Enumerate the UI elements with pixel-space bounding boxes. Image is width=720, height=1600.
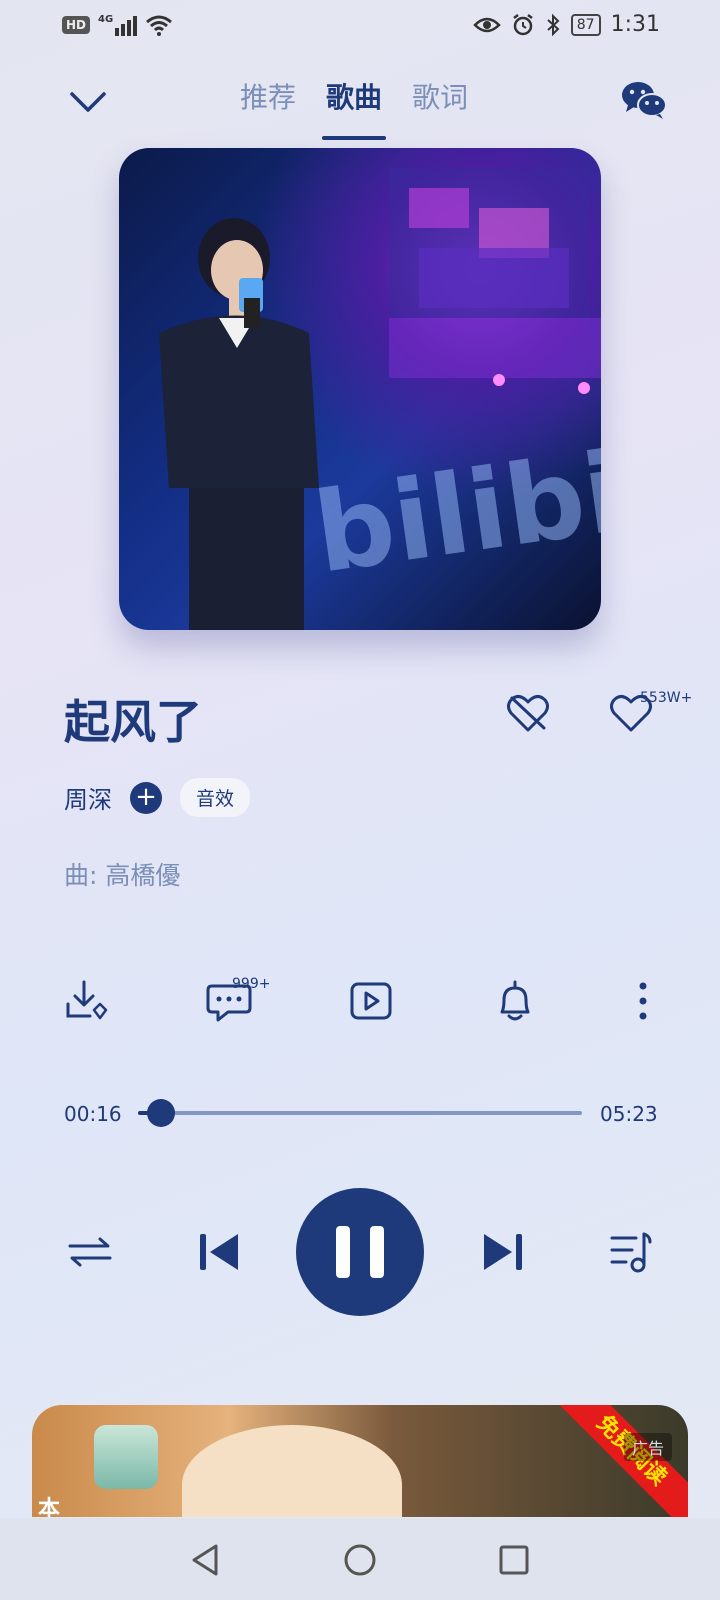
song-title: 起风了	[64, 695, 202, 749]
pause-icon-bar	[370, 1226, 384, 1278]
video-play-icon[interactable]	[348, 978, 394, 1024]
ringtone-bell-icon[interactable]	[492, 978, 538, 1024]
battery-indicator: 87	[570, 13, 601, 36]
tab-recommend[interactable]: 推荐	[240, 80, 296, 130]
progress-thumb[interactable]	[146, 1099, 175, 1127]
artist-name[interactable]: 周深	[64, 780, 112, 815]
status-right: 87 1:31	[472, 12, 660, 37]
system-nav-bar	[0, 1518, 720, 1600]
svg-text:bilibili: bilibili	[307, 417, 601, 597]
banner-app-thumbnail	[94, 1425, 158, 1489]
wechat-share-icon[interactable]	[620, 78, 668, 122]
download-icon[interactable]	[64, 978, 110, 1024]
next-track-icon[interactable]	[476, 1226, 528, 1278]
more-options-icon[interactable]	[620, 978, 666, 1024]
repeat-mode-icon[interactable]	[64, 1226, 116, 1278]
tab-bar: 推荐 歌曲 歌词	[240, 80, 468, 140]
banner-illustration	[182, 1425, 402, 1517]
nav-back-icon[interactable]	[186, 1540, 226, 1580]
nav-recents-icon[interactable]	[494, 1540, 534, 1580]
comment-count-badge: 999+	[232, 976, 271, 992]
banner-corner-ribbon: 免费阅读	[551, 1405, 688, 1517]
status-time: 1:31	[610, 12, 660, 37]
status-bar: HD 4G 87 1:31	[0, 0, 720, 52]
pause-button[interactable]	[296, 1188, 424, 1316]
ad-label[interactable]: 广告	[623, 1433, 672, 1461]
album-cover[interactable]: bilibili	[119, 148, 601, 630]
sound-effect-button[interactable]: 音效	[180, 778, 251, 817]
tab-lyrics[interactable]: 歌词	[412, 80, 468, 130]
previous-track-icon[interactable]	[194, 1226, 246, 1278]
banner-ad[interactable]: 免费阅读 广告 本	[32, 1405, 688, 1517]
top-nav: 推荐 歌曲 歌词	[0, 70, 720, 140]
alarm-icon	[513, 13, 533, 35]
bluetooth-icon	[547, 13, 560, 36]
nav-home-icon[interactable]	[340, 1540, 380, 1580]
collapse-chevron-icon[interactable]	[66, 84, 110, 120]
dislike-broken-heart-icon[interactable]	[506, 692, 550, 734]
hd-badge: HD	[62, 16, 91, 34]
wifi-icon	[146, 15, 173, 36]
artist-row: 周深 + 音效	[64, 778, 251, 817]
status-left: HD 4G	[62, 14, 173, 36]
current-time: 00:16	[64, 1102, 122, 1126]
signal-icon: 4G	[98, 14, 138, 36]
tab-song[interactable]: 歌曲	[322, 80, 387, 140]
pause-icon	[336, 1226, 350, 1278]
follow-artist-button[interactable]: +	[130, 781, 162, 814]
like-count: 553W+	[640, 690, 693, 706]
total-time: 05:23	[600, 1102, 658, 1126]
eye-icon	[472, 17, 501, 32]
banner-caption: 本	[38, 1497, 61, 1517]
composer-credit: 曲: 高橋優	[64, 861, 181, 890]
progress-track[interactable]	[138, 1111, 582, 1115]
album-cover-image: bilibili	[159, 168, 601, 630]
network-type: 4G	[98, 14, 114, 25]
playlist-queue-icon[interactable]	[606, 1226, 658, 1278]
